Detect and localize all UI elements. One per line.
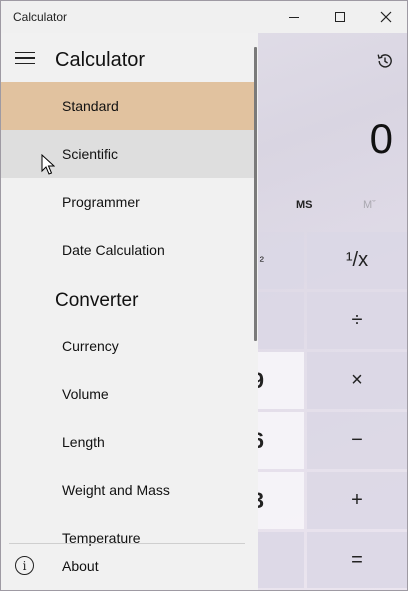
memory-store-button[interactable]: MS — [296, 199, 313, 225]
result-display: 0 — [369, 115, 393, 162]
window-title: Calculator — [13, 10, 68, 24]
nav-item-volume[interactable]: Volume — [1, 370, 256, 418]
maximize-button[interactable] — [317, 1, 363, 33]
nav-item-date-calculation[interactable]: Date Calculation — [1, 226, 256, 274]
navigation-pane: Calculator Standard Scientific Programme… — [1, 33, 258, 590]
nav-item-currency[interactable]: Currency — [1, 322, 256, 370]
nav-item-standard[interactable]: Standard — [1, 82, 256, 130]
memory-list-button[interactable]: Mˇ — [363, 199, 376, 225]
close-button[interactable] — [363, 1, 407, 33]
history-button[interactable] — [367, 46, 403, 76]
equals-key[interactable]: = — [307, 532, 407, 588]
nav-item-scientific[interactable]: Scientific — [1, 130, 256, 178]
minus-key[interactable]: − — [307, 412, 407, 469]
minimize-icon — [289, 16, 299, 18]
menu-toggle-button[interactable] — [7, 43, 43, 73]
history-icon — [377, 54, 392, 68]
calculator-window: Calculator 0 MS Mˇ ² ¹/x ÷ 9 × 6 − 3 + =… — [0, 0, 408, 591]
nav-item-length[interactable]: Length — [1, 418, 256, 466]
info-icon: i — [15, 556, 34, 575]
title-bar: Calculator — [1, 1, 407, 33]
mouse-pointer-icon — [41, 154, 55, 175]
close-icon — [380, 11, 392, 23]
divide-key[interactable]: ÷ — [307, 292, 407, 349]
about-label: About — [62, 558, 99, 574]
about-button[interactable]: i About — [1, 543, 256, 589]
hamburger-icon — [15, 51, 35, 54]
multiply-key[interactable]: × — [307, 352, 407, 409]
minimize-button[interactable] — [271, 1, 317, 33]
converter-section-header: Converter — [55, 290, 139, 311]
maximize-icon — [335, 12, 345, 22]
plus-key[interactable]: + — [307, 472, 407, 529]
nav-item-programmer[interactable]: Programmer — [1, 178, 256, 226]
nav-item-weight-and-mass[interactable]: Weight and Mass — [1, 466, 256, 514]
pane-scrollbar[interactable] — [254, 47, 257, 341]
reciprocal-key[interactable]: ¹/x — [307, 232, 407, 289]
pane-title: Calculator — [55, 49, 146, 71]
